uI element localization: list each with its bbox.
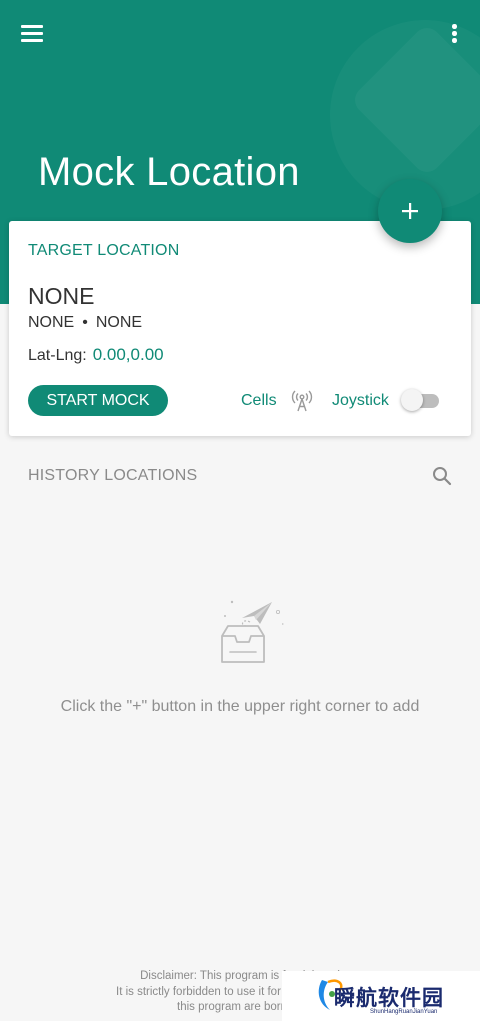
target-location-heading: TARGET LOCATION [28,242,180,259]
site-watermark: 瞬航软件园 ShunHangRuanJianYuan [282,971,480,1021]
search-icon[interactable] [430,464,454,488]
lat-lng-row: Lat-Lng: 0.00,0.00 [28,345,164,365]
cells-label[interactable]: Cells [241,392,277,410]
joystick-toggle[interactable] [401,389,439,411]
watermark-text: 瞬航软件园 [334,986,444,1010]
lat-lng-label: Lat-Lng: [28,347,87,364]
more-vertical-icon[interactable] [442,18,466,48]
antenna-icon[interactable] [291,389,313,413]
watermark-subtext: ShunHangRuanJianYuan [370,1009,438,1015]
start-mock-button[interactable]: START MOCK [28,385,168,416]
target-location-name: NONE [28,283,95,309]
plus-icon [402,203,418,219]
history-locations-heading: HISTORY LOCATIONS [28,467,198,484]
empty-inbox-icon [221,600,284,663]
target-location-subtitle: NONE • NONE [28,314,142,332]
add-location-button[interactable] [378,179,442,243]
empty-history-message: Click the "+" button in the upper right … [60,698,420,715]
target-location-sub-right: NONE [95,314,143,331]
toggle-knob [401,389,423,411]
lat-lng-value: 0.00,0.00 [92,345,164,364]
joystick-label: Joystick [332,392,389,409]
target-location-card: TARGET LOCATION NONE NONE • NONE Lat-Lng: 0… [9,221,471,436]
menu-icon[interactable] [18,20,48,46]
target-location-sub-left: NONE [28,314,75,331]
page-title: Mock Location [38,150,300,194]
separator-dot: • [82,314,88,331]
